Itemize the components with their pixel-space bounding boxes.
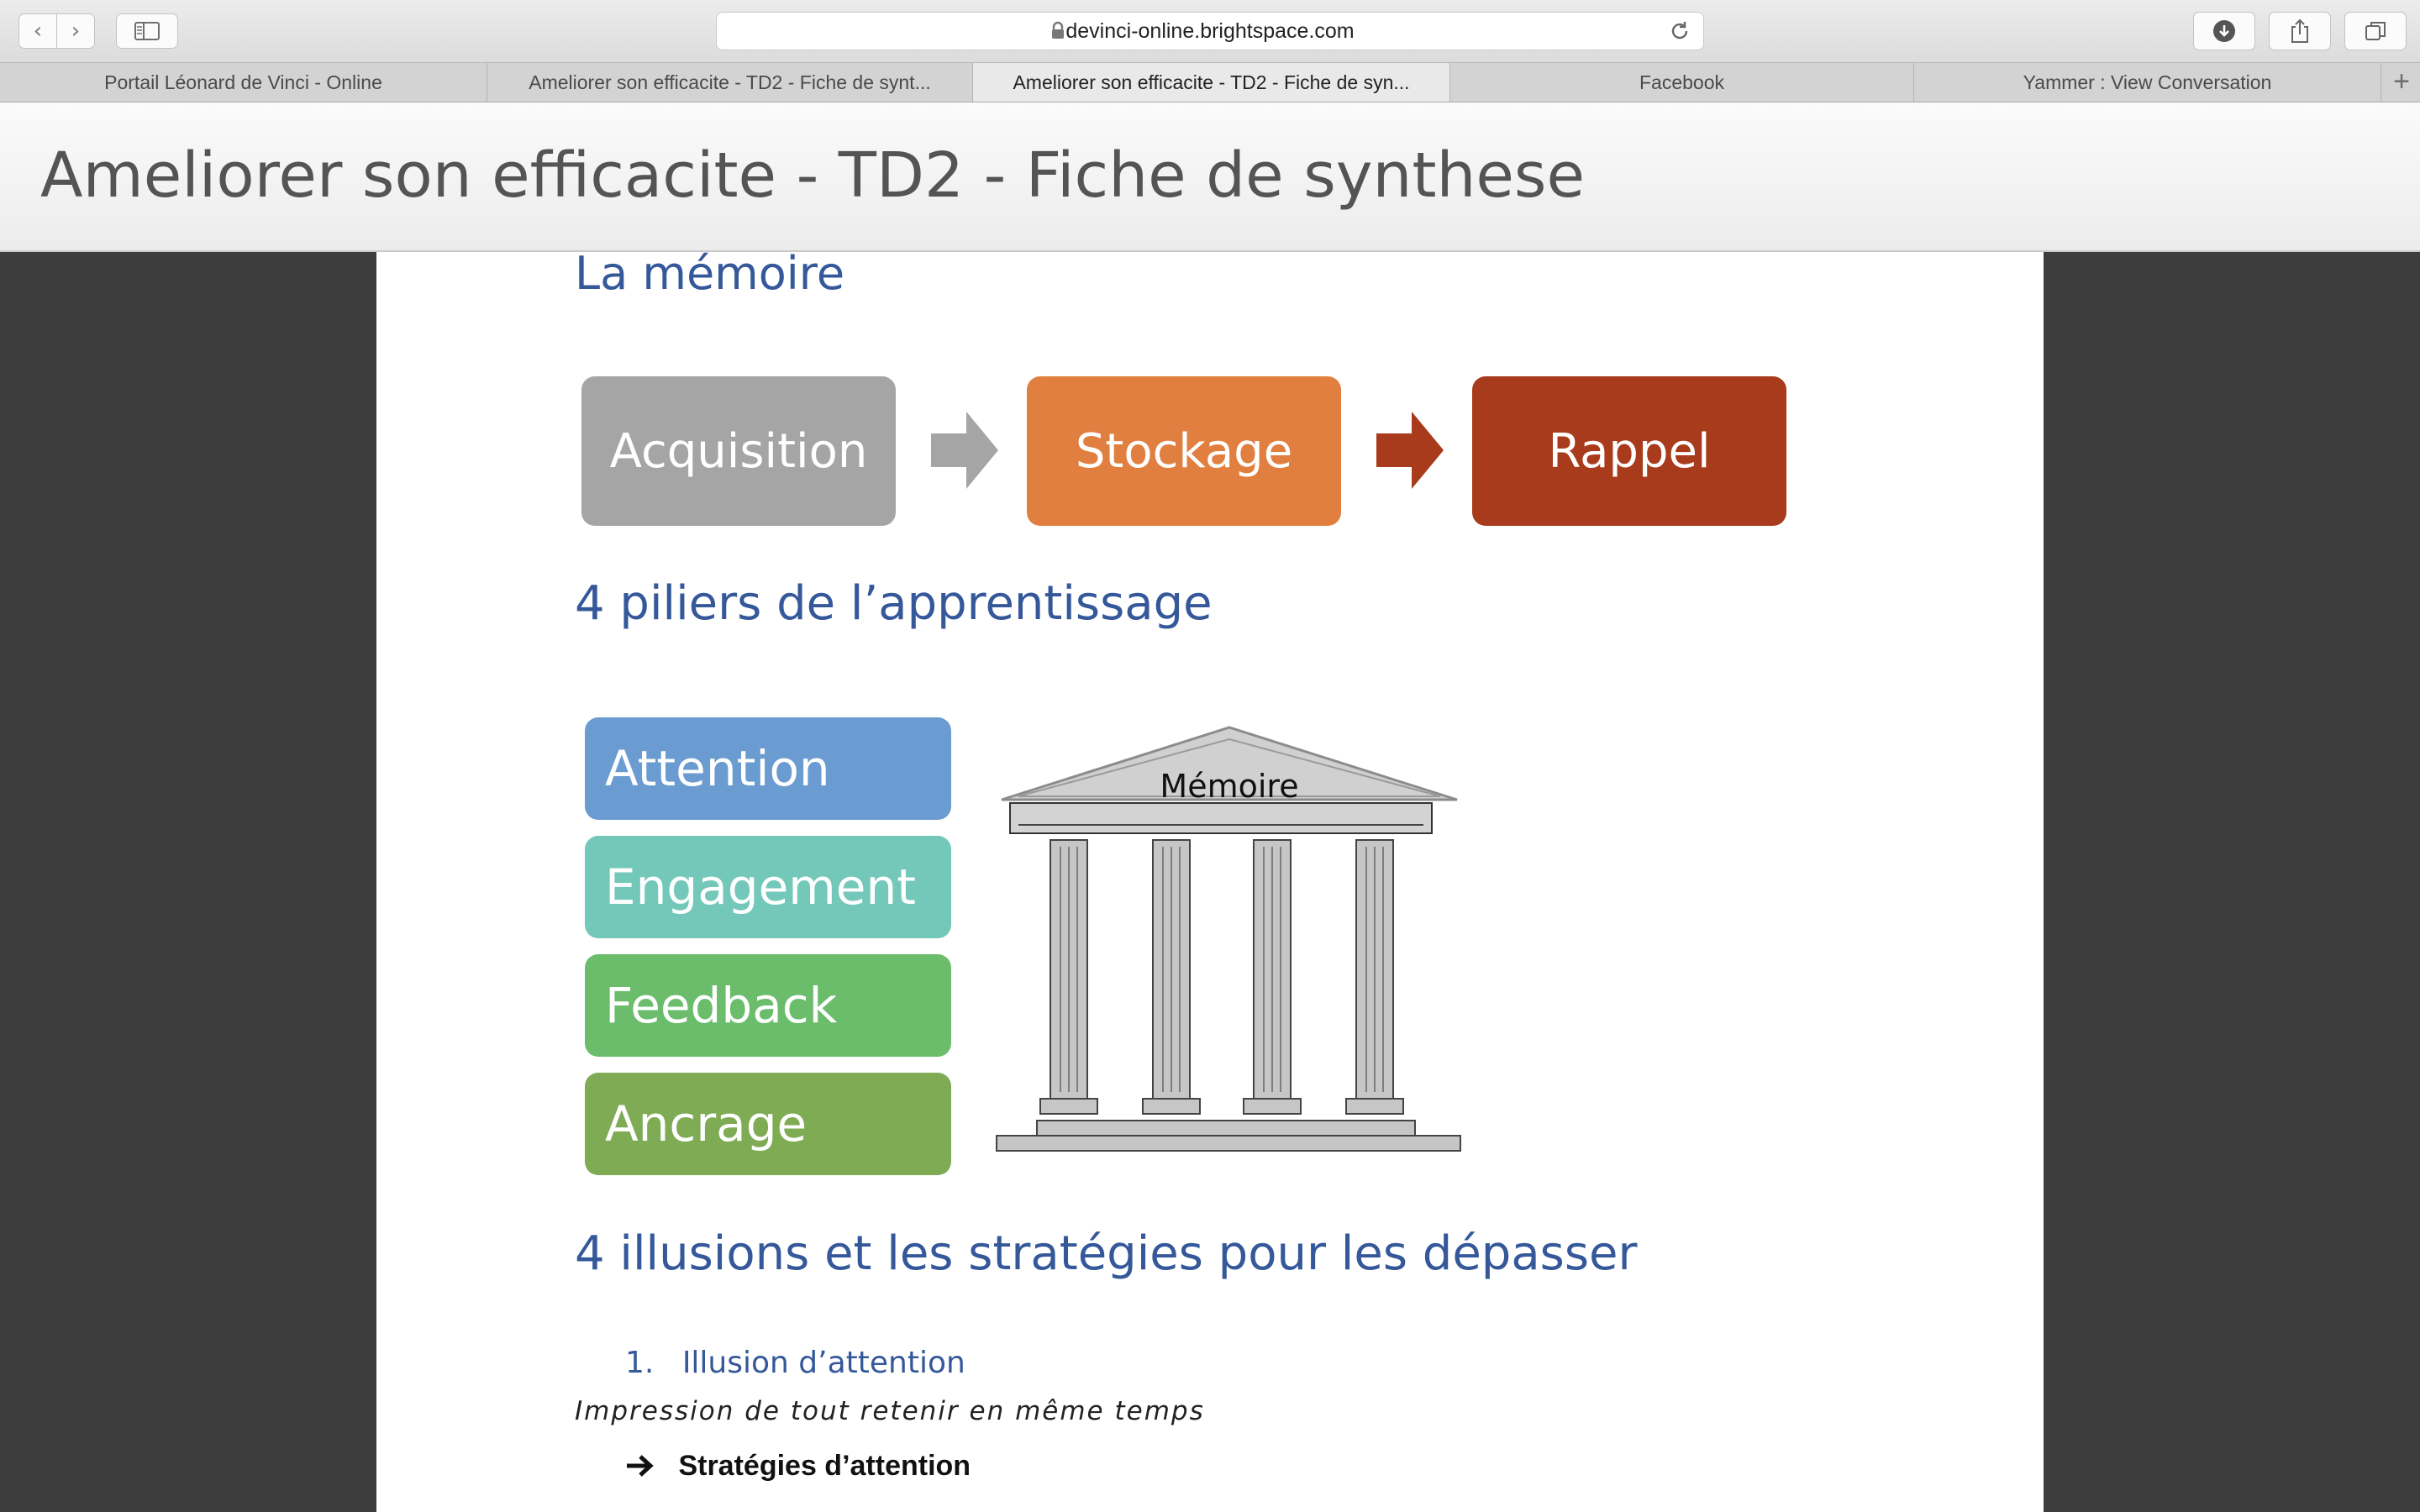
forward-button[interactable]: ›: [56, 13, 95, 49]
page-title: Ameliorer son efficacite - TD2 - Fiche d…: [40, 139, 1585, 212]
pillar-ancrage: Ancrage: [585, 1073, 951, 1175]
tab-label: Portail Léonard de Vinci - Online: [104, 71, 382, 93]
illusions-heading: 4 illusions et les stratégies pour les d…: [575, 1226, 1638, 1281]
temple-label: Mémoire: [1160, 768, 1299, 805]
address-bar[interactable]: devinci-online.brightspace.com: [716, 12, 1704, 50]
downloads-button[interactable]: [2193, 12, 2255, 50]
tab-label: Facebook: [1639, 71, 1724, 93]
chevron-left-icon: ‹: [33, 18, 43, 44]
piliers-heading: 4 piliers de l’apprentissage: [575, 576, 1213, 631]
pillar-feedback: Feedback: [585, 954, 951, 1057]
tab[interactable]: Yammer : View Conversation: [1914, 63, 2381, 102]
tab-label: Ameliorer son efficacite - TD2 - Fiche d…: [1013, 71, 1410, 93]
flow-box-rappel: Rappel: [1472, 376, 1786, 526]
browser-toolbar: ‹ › devinci-online.brightspace.com: [0, 0, 2420, 63]
share-icon: [2291, 18, 2308, 43]
right-arrow-icon: [931, 412, 998, 489]
tabs-overview-button[interactable]: [2344, 12, 2407, 50]
tab[interactable]: Facebook: [1450, 63, 1914, 102]
chevron-right-icon: ›: [71, 18, 81, 44]
reload-icon[interactable]: [1668, 19, 1691, 43]
strategy-text: Stratégies d’attention: [678, 1450, 971, 1482]
new-tab-button[interactable]: +: [2383, 63, 2420, 102]
download-icon: [2213, 20, 2235, 42]
strategy-line: Stratégies d’attention: [625, 1450, 971, 1483]
flow-box-stockage: Stockage: [1027, 376, 1341, 526]
illusion-description: Impression de tout retenir en même temps: [575, 1396, 1205, 1426]
right-arrow-icon: [627, 1455, 654, 1477]
list-number: 1.: [625, 1346, 655, 1380]
flow-box-acquisition: Acquisition: [581, 376, 896, 526]
share-button[interactable]: [2269, 12, 2331, 50]
tab-label: Ameliorer son efficacite - TD2 - Fiche d…: [529, 71, 931, 93]
tabs-overview-icon: [2365, 22, 2386, 40]
tab-active[interactable]: Ameliorer son efficacite - TD2 - Fiche d…: [973, 63, 1450, 102]
list-item-text: Illusion d’attention: [681, 1346, 965, 1380]
sidebar-toggle-button[interactable]: [116, 13, 178, 49]
memoire-heading: La mémoire: [575, 247, 845, 300]
back-button[interactable]: ‹: [18, 13, 57, 49]
page-header: Ameliorer son efficacite - TD2 - Fiche d…: [0, 102, 2420, 252]
tab-bar: Portail Léonard de Vinci - Online Amelio…: [0, 63, 2420, 102]
tab[interactable]: Ameliorer son efficacite - TD2 - Fiche d…: [487, 63, 973, 102]
list-item: 1. Illusion d’attention: [625, 1346, 965, 1380]
pillar-attention: Attention: [585, 717, 951, 820]
url-text: devinci-online.brightspace.com: [1065, 19, 1355, 43]
tab-label: Yammer : View Conversation: [2023, 71, 2272, 93]
tab[interactable]: Portail Léonard de Vinci - Online: [0, 63, 487, 102]
document-page: La mémoire Acquisition Stockage Rappel 4…: [376, 247, 2044, 1512]
sidebar-icon: [134, 22, 160, 40]
right-arrow-icon: [1376, 412, 1444, 489]
pillar-engagement: Engagement: [585, 836, 951, 938]
